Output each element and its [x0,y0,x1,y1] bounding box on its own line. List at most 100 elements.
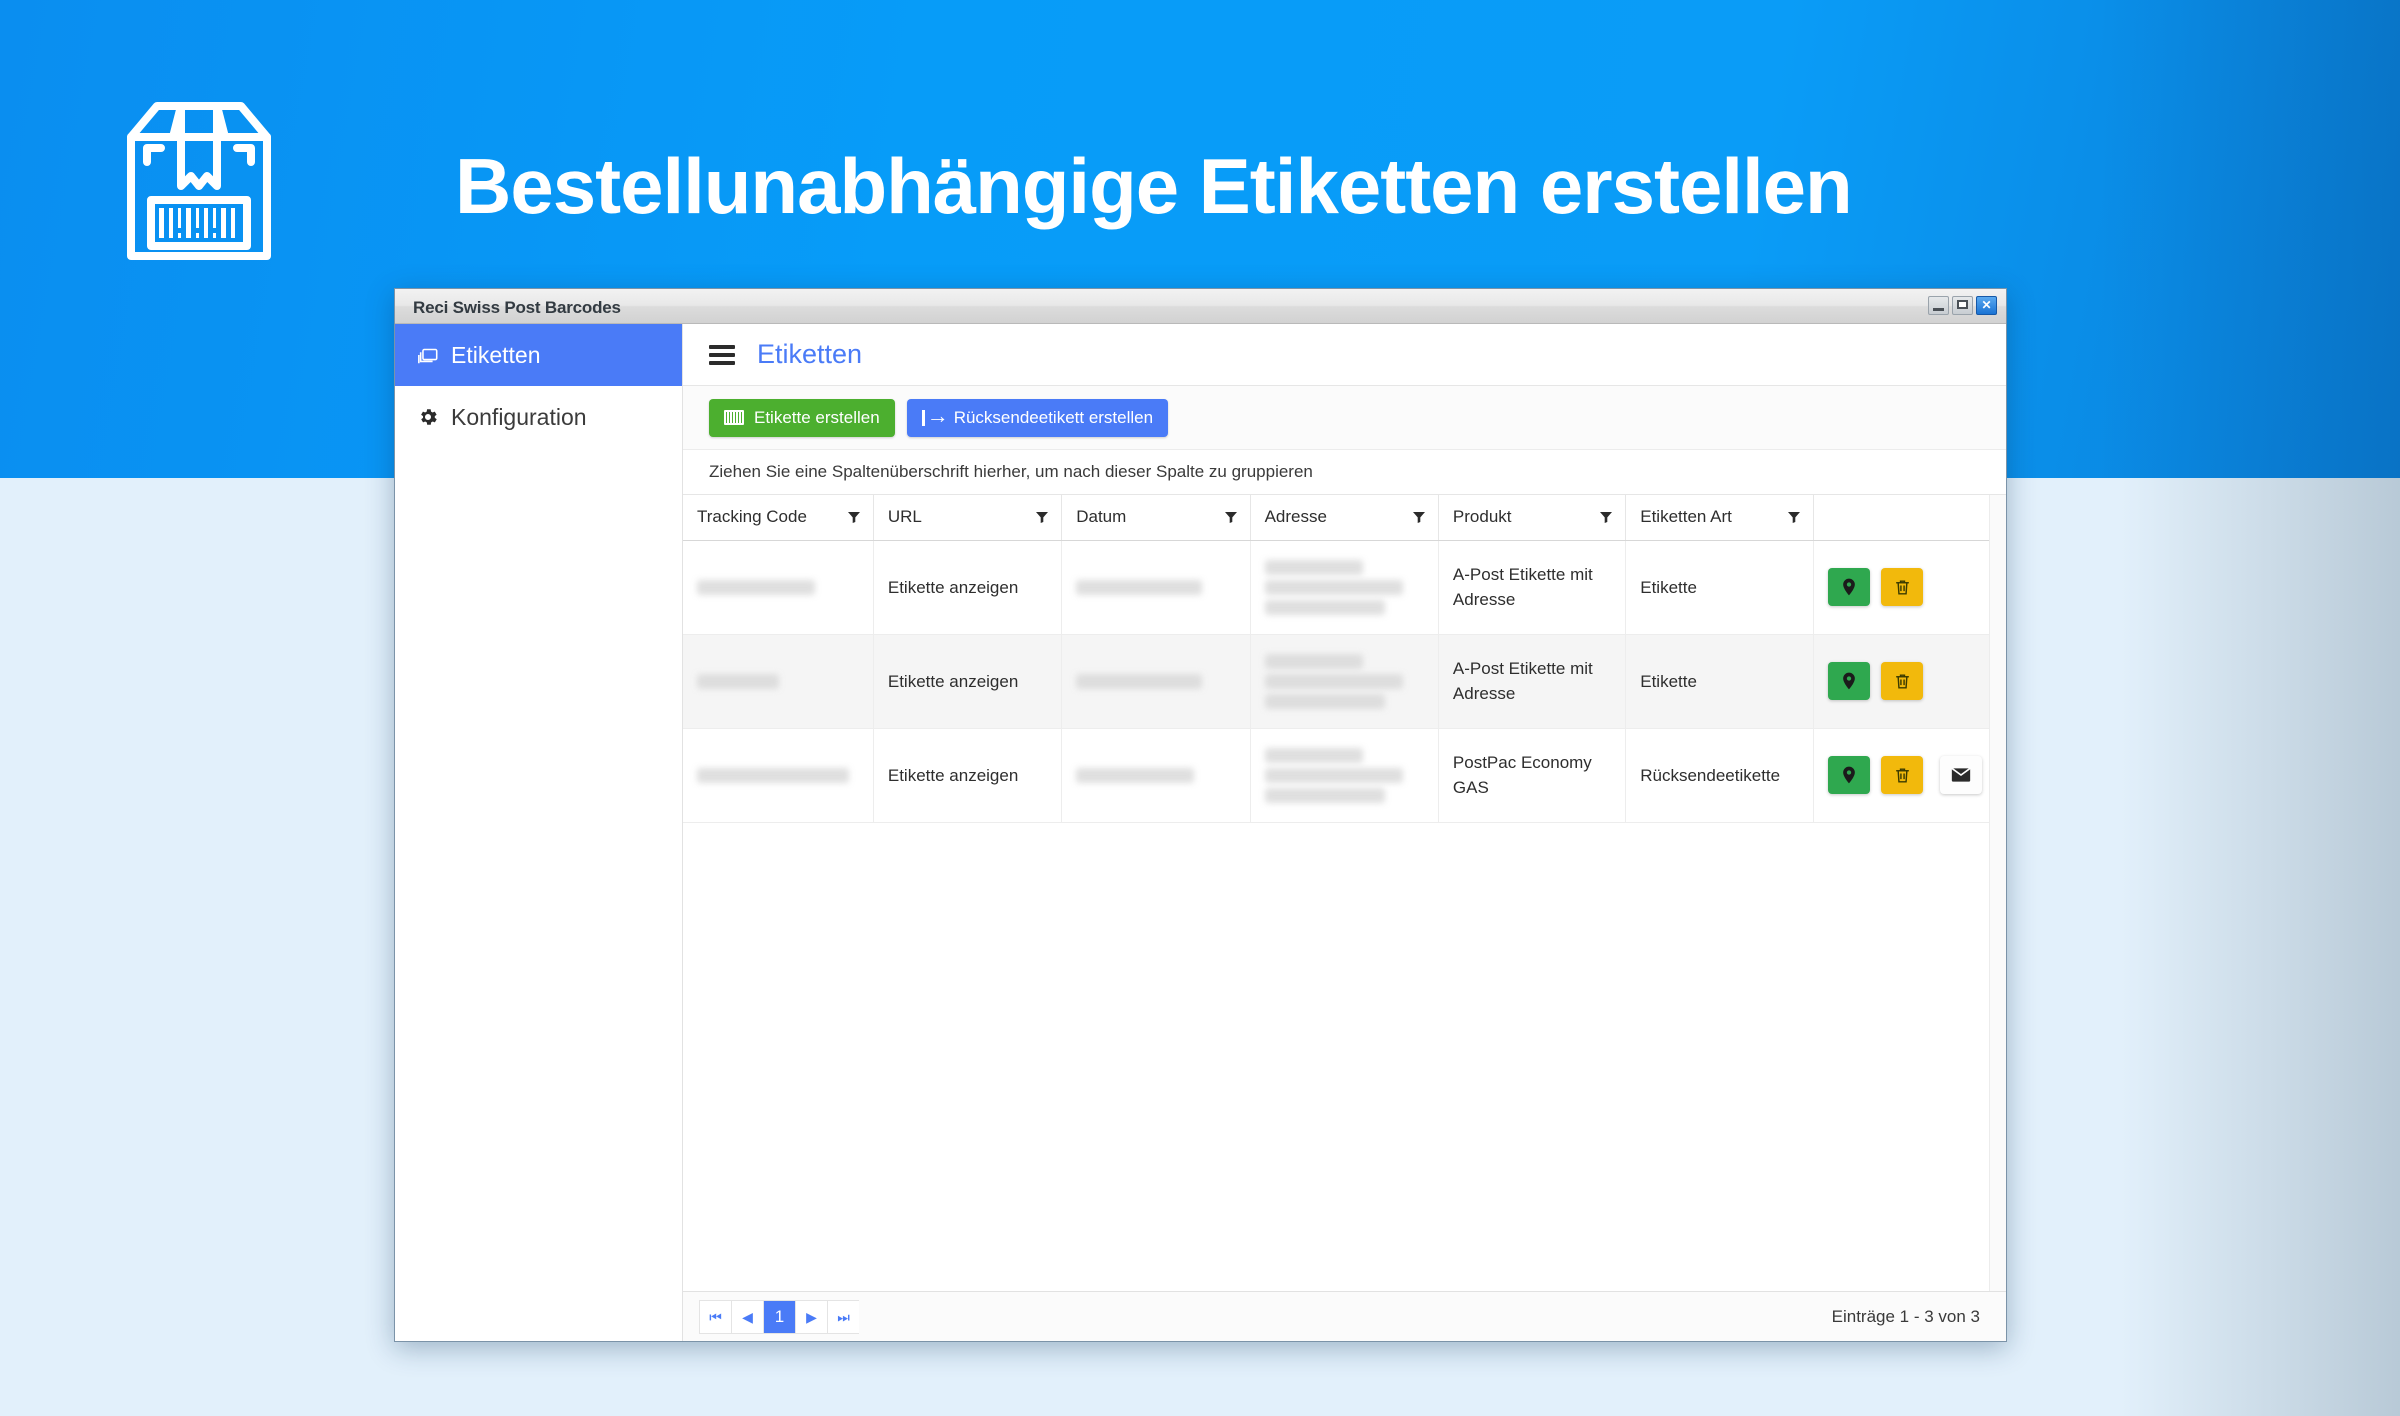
column-header-datum[interactable]: Datum [1061,495,1251,541]
cell-actions [1813,634,2006,729]
page-gradient-overlay [2120,478,2400,1416]
page-title: Bestellunabhängige Etiketten erstellen [455,142,1853,230]
column-header-url[interactable]: URL [873,495,1063,541]
return-arrow-icon [921,405,949,427]
first-page-button[interactable]: ⏮ [699,1299,731,1334]
column-header-label: URL [887,507,922,527]
table-header-row: Tracking Code URL Datum Adresse Produkt … [683,495,2006,541]
create-label-button[interactable]: Etikette erstellen [709,398,895,437]
create-label-button-label: Etikette erstellen [754,407,880,427]
table-row[interactable]: Etikette anzeigen PostPac Economy GAS Rü… [683,728,2006,823]
redacted-value [1076,673,1203,689]
window-title: Reci Swiss Post Barcodes [413,298,621,317]
cell-tracking-code [683,728,874,823]
last-page-button[interactable]: ⏭ [827,1299,859,1334]
sidebar-item-label: Etiketten [451,341,541,368]
previous-page-button[interactable]: ◀ [731,1299,763,1334]
track-icon[interactable] [1827,568,1870,606]
view-label-link[interactable]: Etikette anzeigen [888,578,1018,597]
window-titlebar[interactable]: Reci Swiss Post Barcodes ✕ [395,289,2006,324]
cell-etiketten-art: Etikette [1625,540,1814,635]
delete-icon[interactable] [1881,568,1924,606]
grid-scrollbar[interactable] [1989,495,2006,1291]
column-header-actions [1813,495,2006,541]
pagination: ⏮ ◀ 1 ▶ ⏭ Einträge 1 - 3 von 3 [683,1291,2006,1341]
cell-adresse [1250,540,1439,635]
redacted-value [697,673,779,689]
application-body: Etiketten Konfiguration Etiketten Etiket… [395,324,2006,1341]
next-page-button[interactable]: ▶ [795,1299,827,1334]
create-return-label-button[interactable]: Rücksendeetikett erstellen [906,398,1169,437]
application-window: Reci Swiss Post Barcodes ✕ Etiketten Kon… [394,288,2007,1342]
redacted-value [1076,579,1203,595]
view-label-link[interactable]: Etikette anzeigen [888,672,1018,691]
view-label-link[interactable]: Etikette anzeigen [888,766,1018,785]
hamburger-icon[interactable] [709,344,735,365]
sidebar-item-etiketten[interactable]: Etiketten [395,324,682,386]
cell-adresse [1250,634,1439,729]
column-header-etiketten-art[interactable]: Etiketten Art [1625,495,1814,541]
filter-icon[interactable] [1035,510,1049,524]
redacted-value [1264,653,1363,669]
close-icon[interactable]: ✕ [1976,296,1997,315]
table-row[interactable]: Etikette anzeigen A-Post Etikette mit Ad… [683,540,2006,635]
cell-adresse [1250,728,1439,823]
content-title: Etiketten [757,339,863,369]
create-return-label-button-label: Rücksendeetikett erstellen [953,407,1154,427]
column-header-produkt[interactable]: Produkt [1438,495,1627,541]
sidebar: Etiketten Konfiguration [395,324,683,1341]
redacted-value [1076,767,1195,783]
column-header-label: Tracking Code [697,507,807,527]
delete-icon[interactable] [1881,662,1924,700]
filter-icon[interactable] [847,510,861,524]
redacted-value [1264,673,1403,689]
cell-produkt: PostPac Economy GAS [1438,728,1627,823]
sidebar-item-konfiguration[interactable]: Konfiguration [395,386,682,448]
delete-icon[interactable] [1881,756,1924,794]
content-header: Etiketten [683,324,2006,386]
pagination-info: Einträge 1 - 3 von 3 [1831,1306,1980,1326]
email-icon[interactable] [1940,756,1983,794]
redacted-value [1264,579,1403,595]
sidebar-item-label: Konfiguration [451,403,587,430]
column-header-label: Etiketten Art [1640,507,1732,527]
filter-icon[interactable] [1787,510,1801,524]
cell-actions [1813,540,2006,635]
redacted-value [1264,787,1385,803]
redacted-value [697,579,815,595]
cell-tracking-code [683,634,874,729]
cell-actions [1813,728,2006,823]
cell-url[interactable]: Etikette anzeigen [873,540,1063,635]
data-grid: Tracking Code URL Datum Adresse Produkt … [683,495,2006,1291]
table-filler-row [683,822,2006,1291]
page-number-button[interactable]: 1 [763,1299,795,1334]
cell-url[interactable]: Etikette anzeigen [873,634,1063,729]
banner-gradient-overlay [2100,0,2400,478]
cell-etiketten-art: Rücksendeetikette [1625,728,1814,823]
toolbar: Etikette erstellen Rücksendeetikett erst… [683,386,2006,450]
filter-icon[interactable] [1224,510,1238,524]
redacted-value [1264,767,1403,783]
redacted-value [1264,693,1385,709]
filter-icon[interactable] [1599,510,1613,524]
filter-icon[interactable] [1412,510,1426,524]
redacted-value [1264,599,1385,615]
maximize-icon[interactable] [1952,296,1973,315]
minimize-icon[interactable] [1928,296,1949,315]
package-barcode-icon [95,90,303,268]
redacted-value [1264,559,1363,575]
barcode-icon [724,410,744,425]
cell-datum [1061,728,1251,823]
cell-datum [1061,634,1251,729]
table-row[interactable]: Etikette anzeigen A-Post Etikette mit Ad… [683,634,2006,729]
cell-produkt: A-Post Etikette mit Adresse [1438,540,1627,635]
cell-etiketten-art: Etikette [1625,634,1814,729]
track-icon[interactable] [1827,756,1870,794]
gear-icon [417,406,451,428]
column-header-tracking-code[interactable]: Tracking Code [683,495,874,541]
group-by-dropzone[interactable]: Ziehen Sie eine Spaltenüberschrift hierh… [683,450,2006,495]
cell-url[interactable]: Etikette anzeigen [873,728,1063,823]
column-header-adresse[interactable]: Adresse [1250,495,1439,541]
column-header-label: Produkt [1452,507,1512,527]
track-icon[interactable] [1827,662,1870,700]
